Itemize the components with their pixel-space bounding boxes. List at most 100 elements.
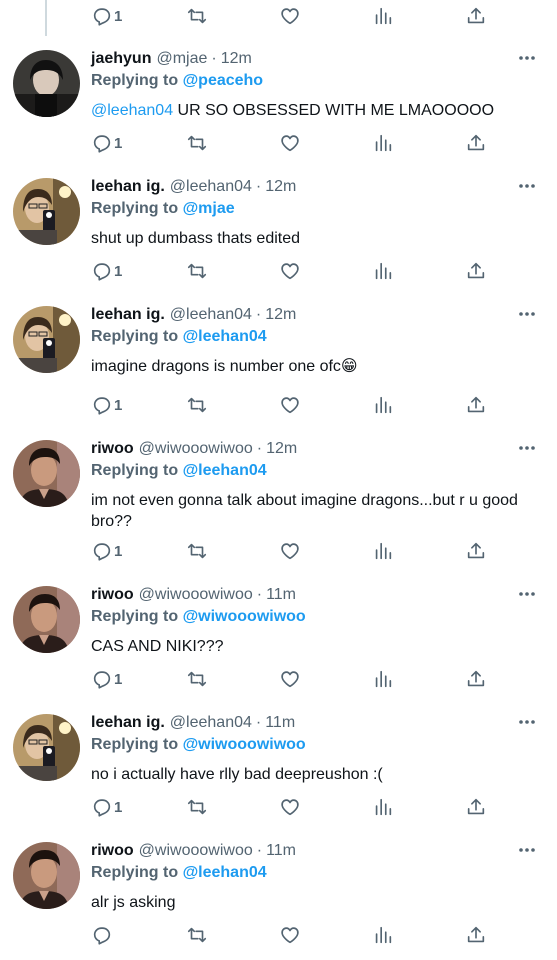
avatar[interactable] <box>13 50 80 117</box>
user-handle[interactable]: @leehan04 <box>170 178 252 196</box>
reply-icon <box>93 543 111 561</box>
timestamp[interactable]: 11m <box>265 714 295 732</box>
replying-to-mention[interactable]: @wiwooowiwoo <box>183 736 306 753</box>
timestamp[interactable]: 11m <box>266 842 296 860</box>
views-button[interactable] <box>372 4 394 28</box>
views-button[interactable] <box>372 923 394 947</box>
retweet-button[interactable] <box>186 259 208 283</box>
replying-to-mention[interactable]: @peaceho <box>183 72 264 89</box>
reply-button[interactable]: 1 <box>91 539 122 563</box>
reply-count: 1 <box>114 396 123 414</box>
replying-to-mention[interactable]: @mjae <box>183 200 235 217</box>
share-button[interactable] <box>465 131 487 155</box>
user-handle[interactable]: @leehan04 <box>170 714 252 732</box>
avatar[interactable] <box>13 714 80 781</box>
views-button[interactable] <box>372 259 394 283</box>
user-handle[interactable]: @wiwooowiwoo <box>139 586 253 604</box>
more-options-button[interactable] <box>517 844 537 856</box>
user-handle[interactable]: @wiwooowiwoo <box>139 842 253 860</box>
avatar[interactable] <box>13 842 80 909</box>
share-icon <box>467 670 485 687</box>
share-button[interactable] <box>465 4 487 28</box>
timestamp[interactable]: 12m <box>266 440 297 458</box>
timestamp[interactable]: 12m <box>265 306 296 324</box>
replying-to-mention[interactable]: @leehan04 <box>183 328 267 345</box>
like-button[interactable] <box>279 259 301 283</box>
reply-button[interactable] <box>91 923 114 947</box>
reply-button[interactable]: 1 <box>91 131 122 155</box>
reply-button[interactable]: 1 <box>91 4 122 28</box>
display-name[interactable]: leehan ig. <box>91 178 165 196</box>
replying-to-mention[interactable]: @leehan04 <box>183 864 267 881</box>
display-name[interactable]: leehan ig. <box>91 714 165 732</box>
like-button[interactable] <box>279 667 301 691</box>
like-icon <box>281 543 299 560</box>
more-icon <box>519 848 535 852</box>
retweet-button[interactable] <box>186 131 208 155</box>
share-button[interactable] <box>465 923 487 947</box>
share-button[interactable] <box>465 795 487 819</box>
more-options-button[interactable] <box>517 308 537 320</box>
like-button[interactable] <box>279 4 301 28</box>
replying-to-label: Replying to <box>91 200 183 217</box>
user-handle[interactable]: @wiwooowiwoo <box>139 440 253 458</box>
share-button[interactable] <box>465 393 487 417</box>
retweet-icon <box>187 927 207 943</box>
like-button[interactable] <box>279 539 301 563</box>
like-button[interactable] <box>279 795 301 819</box>
retweet-icon <box>187 397 207 413</box>
views-button[interactable] <box>372 539 394 563</box>
reply-icon <box>93 671 111 689</box>
share-button[interactable] <box>465 667 487 691</box>
reply-button[interactable]: 1 <box>91 795 122 819</box>
reply-button[interactable]: 1 <box>91 667 122 691</box>
display-name[interactable]: jaehyun <box>91 50 151 68</box>
like-button[interactable] <box>279 131 301 155</box>
views-button[interactable] <box>372 667 394 691</box>
avatar[interactable] <box>13 440 80 507</box>
avatar[interactable] <box>13 586 80 653</box>
more-options-button[interactable] <box>517 180 537 192</box>
retweet-button[interactable] <box>186 539 208 563</box>
display-name[interactable]: riwoo <box>91 586 134 604</box>
more-options-button[interactable] <box>517 588 537 600</box>
share-button[interactable] <box>465 539 487 563</box>
user-handle[interactable]: @leehan04 <box>170 306 252 324</box>
like-button[interactable] <box>279 923 301 947</box>
more-options-button[interactable] <box>517 716 537 728</box>
more-options-button[interactable] <box>517 442 537 454</box>
share-button[interactable] <box>465 259 487 283</box>
retweet-button[interactable] <box>186 795 208 819</box>
views-button[interactable] <box>372 795 394 819</box>
replying-to: Replying to @peaceho <box>91 72 531 93</box>
avatar[interactable] <box>13 178 80 245</box>
retweet-button[interactable] <box>186 4 208 28</box>
tweet-header: leehan ig. @leehan04 · 11m <box>91 714 531 736</box>
replying-to-mention[interactable]: @wiwooowiwoo <box>183 608 306 625</box>
views-icon <box>375 926 392 944</box>
avatar[interactable] <box>13 306 80 373</box>
user-handle[interactable]: @mjae <box>156 50 207 68</box>
timestamp[interactable]: 12m <box>265 178 296 196</box>
retweet-button[interactable] <box>186 393 208 417</box>
display-name[interactable]: riwoo <box>91 842 134 860</box>
replying-to-mention[interactable]: @leehan04 <box>183 462 267 479</box>
replying-to: Replying to @wiwooowiwoo <box>91 608 531 629</box>
replying-to: Replying to @leehan04 <box>91 462 531 483</box>
text-mention[interactable]: @leehan04 <box>91 102 173 119</box>
display-name[interactable]: riwoo <box>91 440 134 458</box>
views-button[interactable] <box>372 131 394 155</box>
timestamp[interactable]: 12m <box>221 50 252 68</box>
reply-icon <box>93 8 111 26</box>
display-name[interactable]: leehan ig. <box>91 306 165 324</box>
retweet-button[interactable] <box>186 923 208 947</box>
timestamp[interactable]: 11m <box>266 586 296 604</box>
views-button[interactable] <box>372 393 394 417</box>
more-options-button[interactable] <box>517 52 537 64</box>
replying-to-label: Replying to <box>91 72 183 89</box>
retweet-button[interactable] <box>186 667 208 691</box>
reply-button[interactable]: 1 <box>91 259 122 283</box>
views-icon <box>375 670 392 688</box>
reply-button[interactable]: 1 <box>91 393 122 417</box>
like-button[interactable] <box>279 393 301 417</box>
